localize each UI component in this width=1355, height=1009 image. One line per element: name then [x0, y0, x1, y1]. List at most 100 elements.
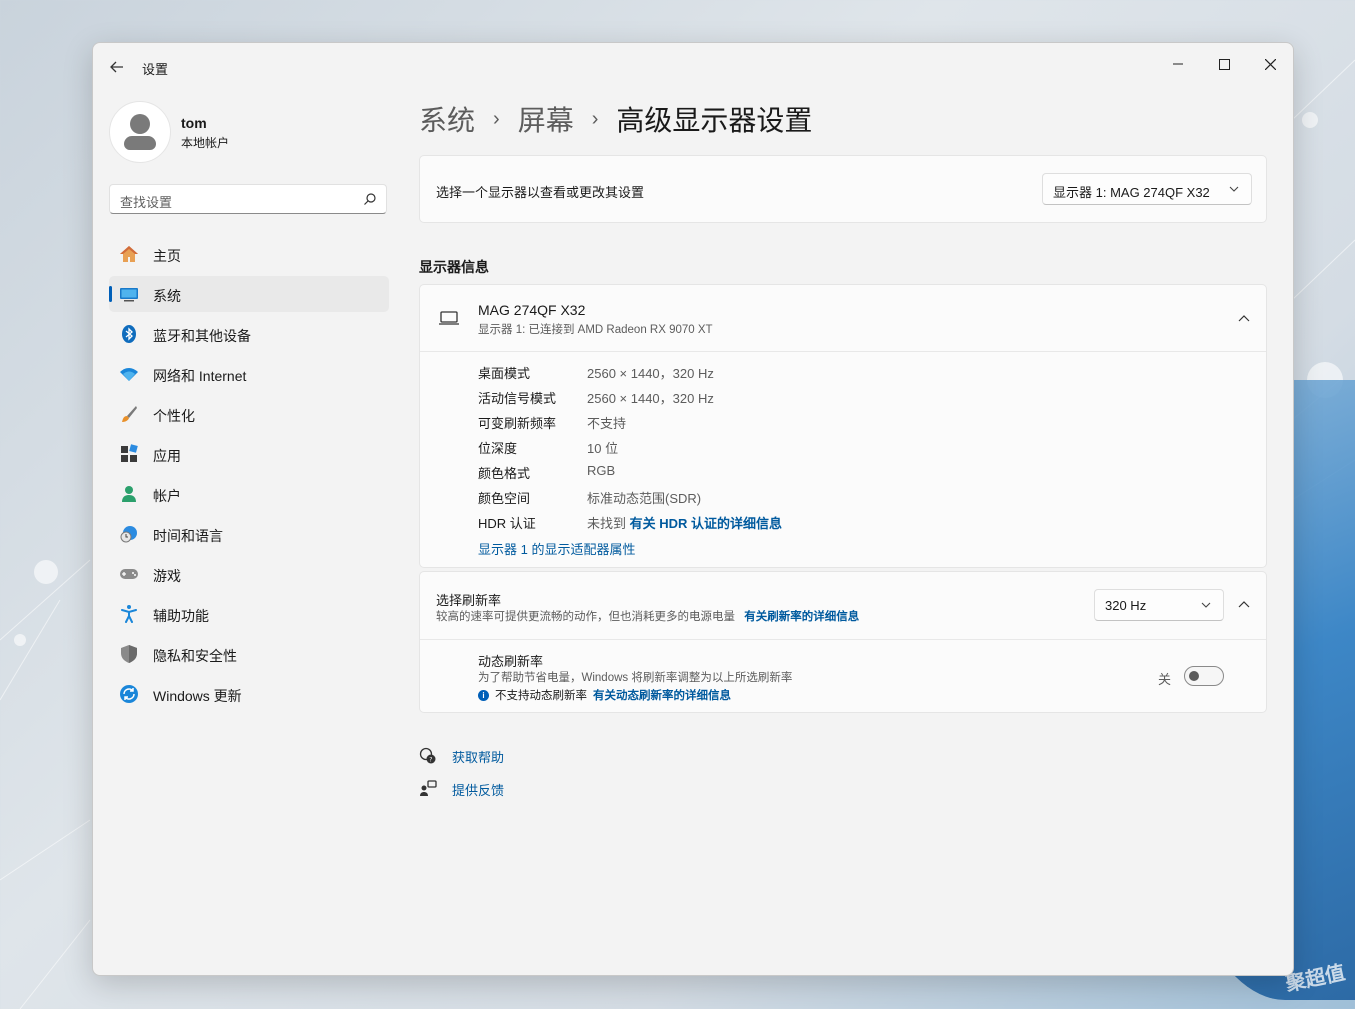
dynamic-refresh-toggle[interactable] [1184, 666, 1224, 686]
dynamic-refresh-description: 为了帮助节省电量，Windows 将刷新率调整为以上所选刷新率 [478, 672, 793, 684]
display-info-header[interactable]: MAG 274QF X32 显示器 1: 已连接到 AMD Radeon RX … [420, 285, 1266, 352]
monitor-name: MAG 274QF X32 [478, 302, 586, 318]
refresh-rate-description: 较高的速率可提供更流畅的动作，但也消耗更多的电源电量 有关刷新率的详细信息 [436, 608, 859, 624]
sidebar-item-home[interactable]: 主页 [109, 236, 389, 272]
settings-window: 设置 tom 本地帐户 查找设置 主页 系统 蓝牙和其他设备 网络和 Inter… [92, 42, 1294, 976]
sidebar-item-label: 应用 [153, 448, 181, 464]
sidebar-item-accessibility[interactable]: 辅助功能 [109, 596, 389, 632]
display-info-card: MAG 274QF X32 显示器 1: 已连接到 AMD Radeon RX … [419, 284, 1267, 568]
close-icon [1264, 58, 1276, 70]
breadcrumb-display[interactable]: 屏幕 [518, 99, 574, 139]
sidebar-item-time-language[interactable]: 时间和语言 [109, 516, 389, 552]
avatar-head [130, 114, 150, 134]
info-key: 可变刷新频率 [478, 416, 557, 431]
section-title-display-info: 显示器信息 [419, 259, 489, 275]
toggle-knob [1189, 671, 1199, 681]
system-icon [119, 284, 139, 304]
brush-icon [119, 404, 139, 424]
sidebar-item-personalization[interactable]: 个性化 [109, 396, 389, 432]
feedback-link[interactable]: 提供反馈 [419, 779, 504, 799]
chevron-up-icon[interactable] [1238, 313, 1250, 325]
info-value: 标准动态范围(SDR) [587, 491, 702, 506]
sidebar-item-bluetooth[interactable]: 蓝牙和其他设备 [109, 316, 389, 352]
monitor-select-label: 选择一个显示器以查看或更改其设置 [436, 185, 645, 200]
laptop-icon [439, 311, 459, 325]
hdr-status: 未找到 [587, 516, 627, 531]
sidebar-item-label: 蓝牙和其他设备 [153, 328, 251, 344]
close-button[interactable] [1247, 49, 1293, 79]
get-help-label: 获取帮助 [452, 749, 505, 765]
info-value: 2560 × 1440，320 Hz [587, 391, 714, 406]
monitor-dropdown[interactable]: 显示器 1: MAG 274QF X32 [1042, 173, 1252, 205]
sidebar-item-label: 辅助功能 [153, 608, 209, 624]
monitor-dropdown-value: 显示器 1: MAG 274QF X32 [1053, 185, 1210, 200]
info-key: 活动信号模式 [478, 391, 557, 406]
avatar[interactable] [109, 101, 171, 163]
breadcrumb-system[interactable]: 系统 [419, 99, 475, 139]
minimize-icon [1173, 63, 1183, 65]
app-title: 设置 [142, 62, 169, 77]
user-name: tom [181, 115, 207, 131]
refresh-rate-details-link[interactable]: 有关刷新率的详细信息 [744, 611, 859, 623]
info-value: 不支持 [587, 416, 627, 431]
breadcrumb-chevron-icon: › [493, 107, 500, 130]
sidebar-item-gaming[interactable]: 游戏 [109, 556, 389, 592]
back-button[interactable] [107, 57, 127, 77]
refresh-rate-header: 选择刷新率 较高的速率可提供更流畅的动作，但也消耗更多的电源电量 有关刷新率的详… [420, 572, 1266, 640]
info-key: 颜色空间 [478, 491, 531, 506]
monitor-connection: 显示器 1: 已连接到 AMD Radeon RX 9070 XT [478, 324, 713, 336]
maximize-icon [1218, 58, 1230, 70]
sidebar-item-windows-update[interactable]: Windows 更新 [109, 676, 389, 712]
sidebar-item-label: 主页 [153, 248, 181, 264]
breadcrumb: 系统 › 屏幕 › 高级显示器设置 [419, 99, 812, 139]
adapter-properties-link[interactable]: 显示器 1 的显示适配器属性 [478, 539, 635, 558]
hdr-details-link[interactable]: 有关 HDR 认证的详细信息 [630, 516, 782, 531]
search-placeholder: 查找设置 [120, 195, 173, 210]
dynamic-refresh-details-link[interactable]: 有关动态刷新率的详细信息 [593, 687, 731, 703]
monitor-select-card: 选择一个显示器以查看或更改其设置 显示器 1: MAG 274QF X32 [419, 155, 1267, 223]
refresh-rate-title: 选择刷新率 [436, 593, 502, 608]
sidebar-item-label: 时间和语言 [153, 528, 223, 544]
minimize-button[interactable] [1155, 49, 1201, 79]
info-key: 桌面模式 [478, 366, 531, 381]
chevron-down-icon [1201, 602, 1211, 608]
sidebar-nav: 主页 系统 蓝牙和其他设备 网络和 Internet 个性化 应用 帐户 时间和… [109, 236, 389, 716]
gamepad-icon [119, 564, 139, 584]
bluetooth-icon [119, 324, 139, 344]
sidebar-item-accounts[interactable]: 帐户 [109, 476, 389, 512]
globe-clock-icon [119, 524, 139, 544]
shield-icon [119, 644, 139, 664]
svg-text:?: ? [429, 757, 432, 764]
account-icon [119, 484, 139, 504]
chevron-up-icon[interactable] [1238, 599, 1250, 611]
breadcrumb-chevron-icon: › [591, 107, 599, 130]
sidebar-item-label: 隐私和安全性 [153, 648, 237, 664]
refresh-rate-value: 320 Hz [1105, 598, 1147, 613]
sidebar-item-network[interactable]: 网络和 Internet [109, 356, 389, 392]
feedback-icon [420, 780, 437, 796]
search-icon [364, 193, 376, 205]
update-icon [119, 684, 139, 704]
chevron-down-icon [1229, 186, 1239, 192]
wifi-icon [119, 364, 139, 384]
get-help-link[interactable]: ? 获取帮助 [419, 746, 504, 766]
search-input[interactable]: 查找设置 [109, 184, 387, 214]
sidebar-item-label: 系统 [153, 288, 181, 304]
info-value: RGB [587, 463, 616, 478]
sidebar-item-label: Windows 更新 [153, 688, 242, 704]
sidebar-item-label: 个性化 [153, 408, 195, 424]
sidebar-item-system[interactable]: 系统 [109, 276, 389, 312]
info-key: 位深度 [478, 441, 518, 456]
info-value-hdr: 未找到 有关 HDR 认证的详细信息 [587, 513, 782, 532]
info-value: 2560 × 1440，320 Hz [587, 366, 714, 381]
sidebar-item-privacy[interactable]: 隐私和安全性 [109, 636, 389, 672]
sidebar-item-label: 网络和 Internet [153, 368, 247, 384]
account-type: 本地帐户 [181, 136, 230, 150]
maximize-button[interactable] [1201, 49, 1247, 79]
refresh-rate-desc-text: 较高的速率可提供更流畅的动作，但也消耗更多的电源电量 [436, 611, 735, 623]
home-icon [119, 244, 139, 264]
refresh-rate-dropdown[interactable]: 320 Hz [1094, 589, 1224, 621]
sidebar-item-apps[interactable]: 应用 [109, 436, 389, 472]
page-title: 高级显示器设置 [616, 105, 813, 136]
info-icon: i [478, 689, 489, 701]
